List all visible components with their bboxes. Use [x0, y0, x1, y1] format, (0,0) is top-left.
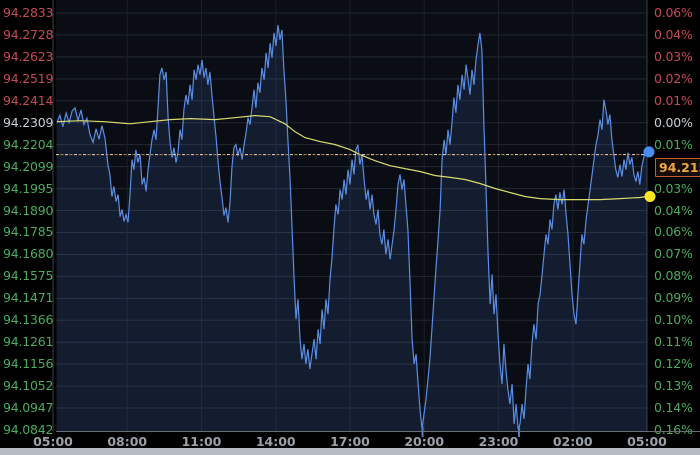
- percent-axis-label: 0.09%: [654, 291, 693, 305]
- price-axis-label: 94.1261: [3, 335, 53, 349]
- price-area-fill: [57, 25, 647, 431]
- horizontal-scrollbar[interactable]: [0, 448, 700, 455]
- intraday-price-chart: 94.2833 94.2728 94.2623 94.2519 94.2414 94.23…: [0, 0, 700, 455]
- price-axis-label: 94.2623: [3, 50, 53, 64]
- percent-axis-label: 0.11%: [654, 335, 693, 349]
- last-price-dot: [644, 146, 655, 157]
- percent-axis-label: 0.06%: [654, 6, 693, 20]
- price-axis-label: 94.2519: [3, 72, 53, 86]
- percent-axis-label: 0.01%: [654, 138, 693, 152]
- price-axis-label: 94.2728: [3, 28, 53, 42]
- percent-axis-label: 0.02%: [654, 72, 693, 86]
- percent-axis-label: 0.03%: [654, 50, 693, 64]
- price-axis-label: 94.1471: [3, 291, 53, 305]
- time-axis-label: 05:00: [30, 434, 76, 449]
- price-axis-label: 94.1052: [3, 379, 53, 393]
- last-price-tag: 94.215: [655, 158, 700, 177]
- percent-axis-label: 0.03%: [654, 182, 693, 196]
- time-axis-label: 05:00: [624, 434, 670, 449]
- price-axis-label: 94.1366: [3, 313, 53, 327]
- price-axis-label: 94.2309: [3, 116, 53, 130]
- percent-axis-label: 0.12%: [654, 357, 693, 371]
- price-axis-label: 94.2099: [3, 160, 53, 174]
- price-axis-label: 94.1575: [3, 269, 53, 283]
- price-axis-label: 94.1890: [3, 204, 53, 218]
- percent-axis-label: 0.04%: [654, 28, 693, 42]
- price-axis-label: 94.2833: [3, 6, 53, 20]
- percent-axis-label: 0.00%: [654, 116, 693, 130]
- time-axis-label: 14:00: [253, 434, 299, 449]
- percent-axis-label: 0.07%: [654, 247, 693, 261]
- time-axis-label: 02:00: [550, 434, 596, 449]
- price-axis-label: 94.1156: [3, 357, 53, 371]
- percent-axis-label: 0.04%: [654, 204, 693, 218]
- price-axis-label: 94.1995: [3, 182, 53, 196]
- percent-axis-label: 0.13%: [654, 379, 693, 393]
- percent-axis-label: 0.01%: [654, 94, 693, 108]
- percent-axis-label: 0.08%: [654, 269, 693, 283]
- x-axis-line: [56, 431, 700, 432]
- price-axis-label: 94.1785: [3, 225, 53, 239]
- price-axis-label: 94.1680: [3, 247, 53, 261]
- percent-axis-label: 0.14%: [654, 401, 693, 415]
- time-axis-label: 23:00: [476, 434, 522, 449]
- time-axis-label: 20:00: [401, 434, 447, 449]
- percent-axis-label: 0.06%: [654, 225, 693, 239]
- time-axis-label: 11:00: [179, 434, 225, 449]
- time-axis-label: 08:00: [104, 434, 150, 449]
- price-axis-label: 94.0947: [3, 401, 53, 415]
- price-axis-label: 94.2204: [3, 138, 53, 152]
- time-axis-label: 17:00: [327, 434, 373, 449]
- percent-axis-label: 0.10%: [654, 313, 693, 327]
- price-axis-label: 94.2414: [3, 94, 53, 108]
- chart-canvas[interactable]: [0, 0, 700, 455]
